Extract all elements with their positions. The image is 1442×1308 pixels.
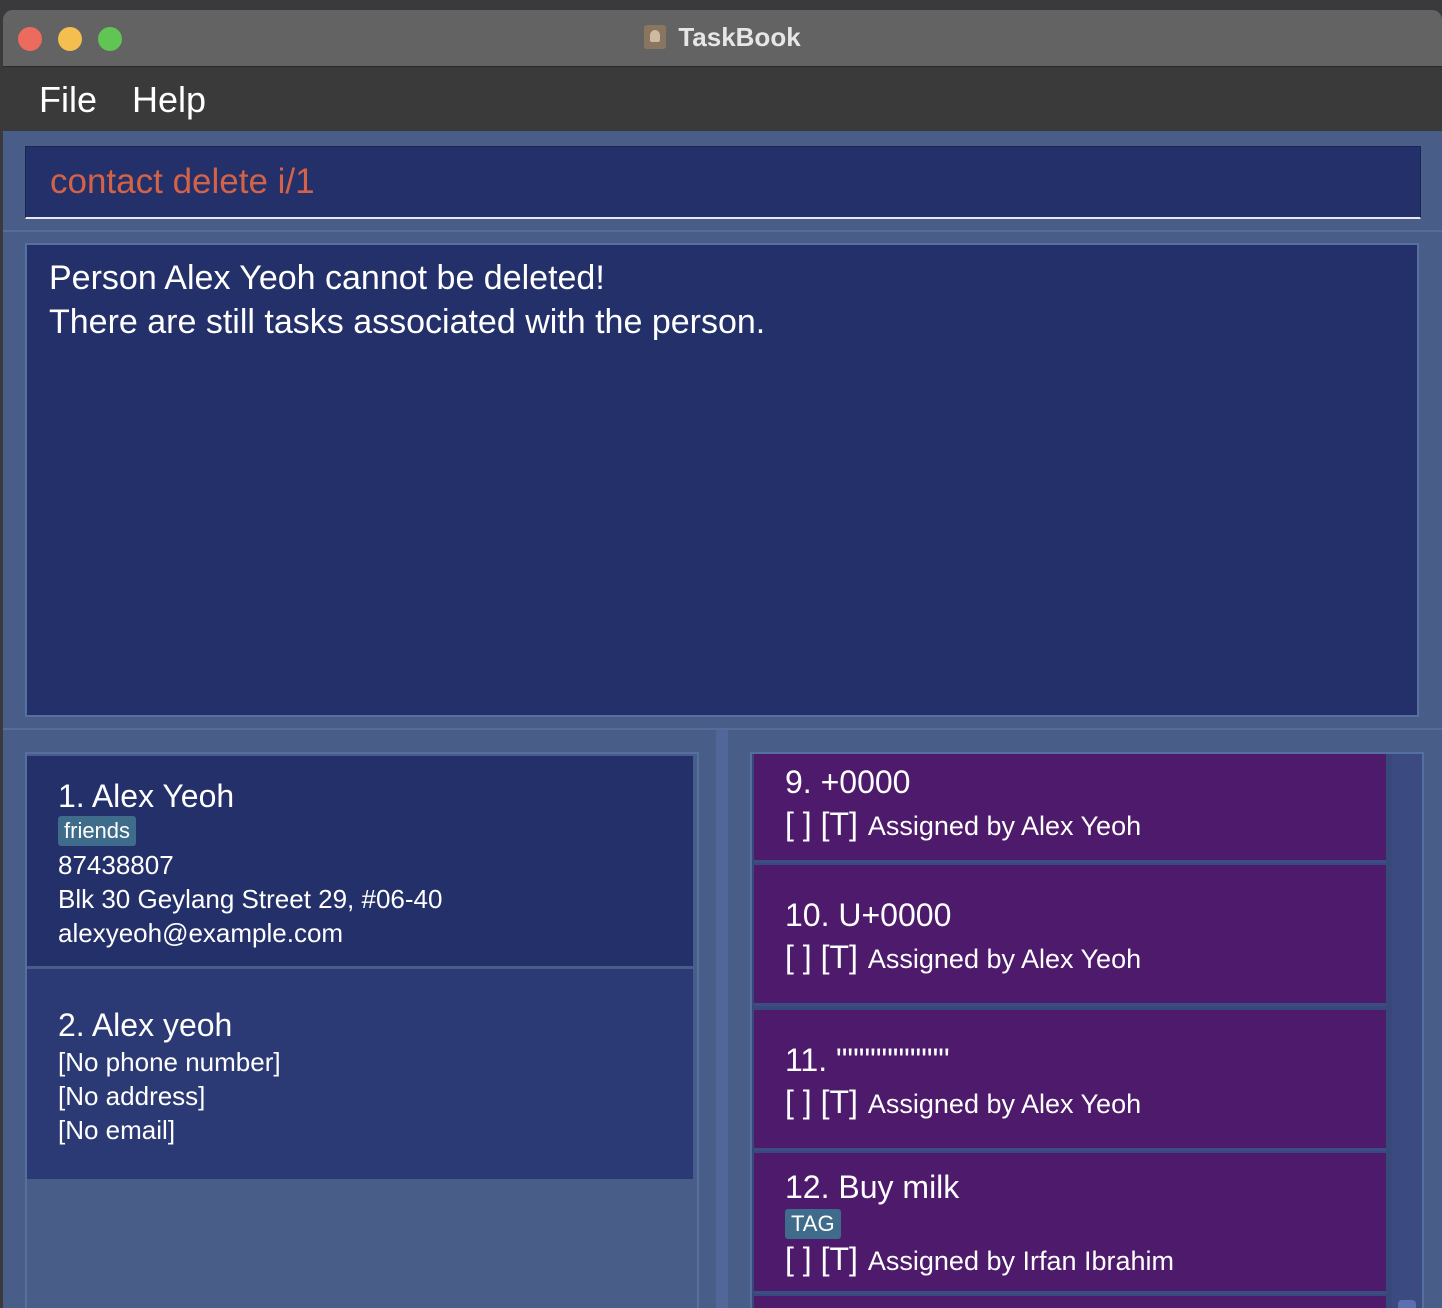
person-tag: friends <box>58 816 137 846</box>
person-name: 2. Alex yeoh <box>58 1007 233 1043</box>
task-name: 11. """""""""" <box>785 1042 950 1078</box>
task-status: [ ] [T] <box>785 939 858 975</box>
task-assigned: Assigned by Irfan Ibrahim <box>867 1246 1175 1276</box>
task-status: [ ] [T] <box>785 806 858 842</box>
person-card[interactable]: 1. Alex Yeoh friends 87438807 Blk 30 Gey… <box>27 756 693 966</box>
task-card[interactable]: 12. Buy milk TAG [ ] [T] Assigned by Irfa… <box>754 1153 1386 1294</box>
person-card[interactable]: 2. Alex yeoh [No phone number] [No addre… <box>27 969 693 1179</box>
menu-help[interactable]: Help <box>132 79 206 121</box>
task-card[interactable] <box>754 1296 1386 1308</box>
task-status-line: [ ] [T] Assigned by Alex Yeoh <box>785 939 1141 976</box>
task-name: 9. +0000 <box>785 764 911 800</box>
task-card[interactable]: 9. +0000 [ ] [T] Assigned by Alex Yeoh <box>754 754 1386 863</box>
result-message-line: Person Alex Yeoh cannot be deleted! <box>49 259 605 297</box>
person-name: 1. Alex Yeoh <box>58 778 235 814</box>
task-list-scrollbar[interactable] <box>1392 754 1422 1308</box>
person-list[interactable]: 1. Alex Yeoh friends 87438807 Blk 30 Gey… <box>25 752 699 1308</box>
task-card[interactable]: 11. """""""""" [ ] [T] Assigned by Alex Y… <box>754 1010 1386 1151</box>
window-title: TaskBook <box>678 22 801 52</box>
task-name: 10. U+0000 <box>785 897 952 933</box>
task-assigned: Assigned by Alex Yeoh <box>867 1089 1142 1119</box>
menu-file[interactable]: File <box>39 79 97 121</box>
task-assigned: Assigned by Alex Yeoh <box>867 811 1142 841</box>
person-address: [No address] <box>58 1081 206 1111</box>
task-name: 12. Buy milk <box>785 1169 960 1205</box>
scrollbar-thumb[interactable] <box>1398 1300 1416 1308</box>
task-tag: TAG <box>785 1209 841 1239</box>
task-list[interactable]: 9. +0000 [ ] [T] Assigned by Alex Yeoh 10… <box>750 752 1424 1308</box>
task-status: [ ] [T] <box>785 1084 858 1120</box>
person-address: Blk 30 Geylang Street 29, #06-40 <box>58 884 443 914</box>
person-email: [No email] <box>58 1115 176 1145</box>
menu-bar: File Help <box>3 67 1442 131</box>
person-phone: [No phone number] <box>58 1047 281 1077</box>
task-status: [ ] [T] <box>785 1241 858 1277</box>
task-card[interactable]: 10. U+0000 [ ] [T] Assigned by Alex Yeoh <box>754 865 1386 1006</box>
split-pane-divider[interactable] <box>716 730 728 1308</box>
result-message-line: There are still tasks associated with th… <box>49 303 766 341</box>
command-box[interactable] <box>25 146 1421 219</box>
person-phone: 87438807 <box>58 850 174 880</box>
command-input[interactable] <box>48 161 1352 203</box>
result-display: Person Alex Yeoh cannot be deleted! Ther… <box>25 243 1419 717</box>
window-title-area: TaskBook <box>3 22 1442 53</box>
person-email: alexyeoh@example.com <box>58 918 344 948</box>
task-status-line: [ ] [T] Assigned by Irfan Ibrahim <box>785 1241 1174 1278</box>
task-status-line: [ ] [T] Assigned by Alex Yeoh <box>785 806 1141 843</box>
task-assigned: Assigned by Alex Yeoh <box>867 944 1142 974</box>
title-bar[interactable]: TaskBook <box>3 10 1442 67</box>
app-icon <box>644 25 667 49</box>
divider <box>3 230 1442 232</box>
task-status-line: [ ] [T] Assigned by Alex Yeoh <box>785 1084 1141 1121</box>
app-window: TaskBook File Help Person Alex Yeoh cann… <box>3 10 1442 1308</box>
